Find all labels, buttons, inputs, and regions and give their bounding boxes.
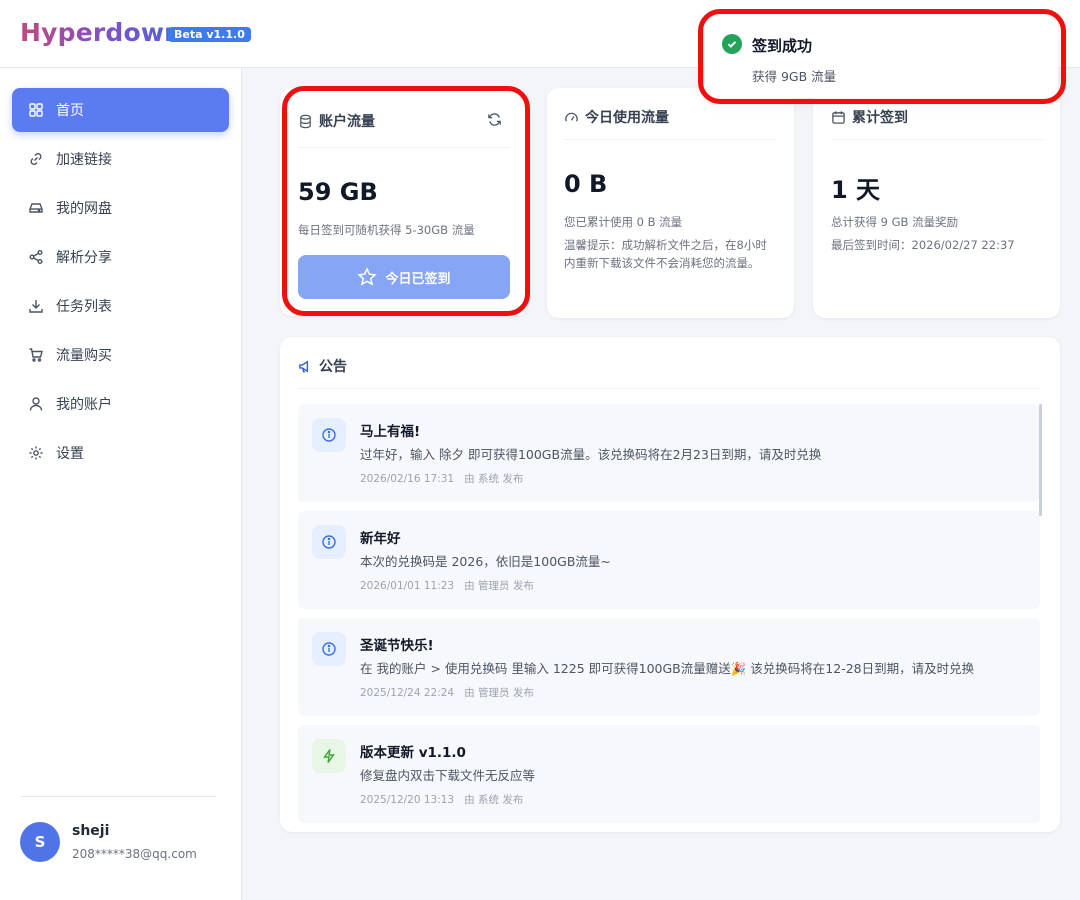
sidebar-item-label: 解析分享 bbox=[56, 250, 112, 266]
today-usage-value: 0 B bbox=[564, 170, 608, 198]
announcement-item-body: 过年好，输入 除夕 即可获得100GB流量。该兑换码将在2月23日到期，请及时兑… bbox=[360, 447, 822, 462]
sidebar-item-my-drive[interactable]: 我的网盘 bbox=[12, 186, 229, 230]
sidebar-item-label: 加速链接 bbox=[56, 152, 112, 168]
announcement-item-meta: 2025/12/24 22:24 由 管理员 发布 bbox=[360, 687, 534, 699]
checkin-total-desc: 总计获得 9 GB 流量奖励 bbox=[831, 215, 959, 229]
user-icon bbox=[29, 397, 43, 411]
sidebar-item-my-account[interactable]: 我的账户 bbox=[12, 382, 229, 426]
avatar[interactable]: S bbox=[20, 822, 60, 862]
sidebar-divider bbox=[20, 796, 216, 797]
today-usage-desc: 您已累计使用 0 B 流量 bbox=[564, 215, 683, 229]
info-icon bbox=[312, 418, 346, 452]
announcement-item-title: 圣诞节快乐! bbox=[360, 638, 434, 654]
today-usage-tip-line1: 温馨提示：成功解析文件之后，在8小时 bbox=[564, 238, 767, 252]
sidebar: 首页 加速链接 我的网盘 解析分享 任务列表 流量购买 我的账户 设置 S sh… bbox=[0, 68, 242, 900]
sidebar-item-settings[interactable]: 设置 bbox=[12, 431, 229, 475]
announcement-item[interactable]: 新年好 本次的兑换码是 2026，依旧是100GB流量~ 2026/01/01 … bbox=[298, 511, 1040, 609]
announcement-title: 公告 bbox=[298, 356, 347, 376]
announcement-item-meta: 2026/02/16 17:31 由 系统 发布 bbox=[360, 473, 524, 485]
user-email: 208*****38@qq.com bbox=[72, 847, 197, 861]
today-usage-title: 今日使用流量 bbox=[564, 107, 669, 127]
link-icon bbox=[30, 152, 42, 166]
sidebar-item-home[interactable]: 首页 bbox=[12, 88, 229, 132]
announcement-item-title: 新年好 bbox=[360, 531, 401, 547]
sidebar-item-accelerate-link[interactable]: 加速链接 bbox=[12, 137, 229, 181]
grid-icon bbox=[29, 103, 43, 117]
sidebar-item-label: 任务列表 bbox=[56, 299, 112, 315]
beta-badge: Beta v1.1.0 bbox=[168, 27, 251, 42]
card-divider bbox=[298, 388, 1040, 389]
sidebar-item-label: 首页 bbox=[56, 103, 84, 119]
user-name: sheji bbox=[72, 823, 110, 839]
highlight-box-toast bbox=[698, 9, 1066, 104]
card-divider bbox=[564, 139, 776, 140]
announcement-item-title: 版本更新 v1.1.0 bbox=[360, 745, 466, 761]
cart-icon bbox=[29, 348, 43, 362]
announcement-scrollbar[interactable] bbox=[1039, 404, 1042, 516]
drive-icon bbox=[29, 203, 43, 213]
announcement-item[interactable]: 圣诞节快乐! 在 我的账户 > 使用兑换码 里输入 1225 即可获得100GB… bbox=[298, 618, 1040, 716]
card-divider bbox=[831, 139, 1043, 140]
sidebar-item-label: 我的账户 bbox=[56, 397, 112, 413]
announcement-item-body: 修复盘内双击下载文件无反应等 bbox=[360, 768, 536, 783]
announcement-item[interactable]: 马上有福! 过年好，输入 除夕 即可获得100GB流量。该兑换码将在2月23日到… bbox=[298, 404, 1040, 502]
announcement-item-meta: 2026/01/01 11:23 由 管理员 发布 bbox=[360, 580, 534, 592]
sidebar-item-label: 流量购买 bbox=[56, 348, 112, 364]
info-icon bbox=[312, 632, 346, 666]
announcement-item-body: 本次的兑换码是 2026，依旧是100GB流量~ bbox=[360, 554, 611, 569]
checkin-total-title: 累计签到 bbox=[831, 107, 908, 127]
checkin-total-value: 1 天 bbox=[831, 176, 881, 204]
announcement-item-title: 马上有福! bbox=[360, 424, 421, 440]
download-icon bbox=[29, 300, 43, 313]
app-logo[interactable]: Hyperdown bbox=[20, 18, 182, 47]
share-icon bbox=[29, 250, 43, 264]
calendar-icon bbox=[832, 110, 845, 124]
gauge-icon bbox=[565, 112, 578, 122]
sidebar-item-buy-traffic[interactable]: 流量购买 bbox=[12, 333, 229, 377]
bolt-icon bbox=[312, 739, 346, 773]
sidebar-item-label: 我的网盘 bbox=[56, 201, 112, 217]
megaphone-icon bbox=[299, 360, 309, 372]
sidebar-item-parse-share[interactable]: 解析分享 bbox=[12, 235, 229, 279]
announcement-item-body: 在 我的账户 > 使用兑换码 里输入 1225 即可获得100GB流量赠送🎉 该… bbox=[360, 661, 975, 676]
announcement-item-meta: 2025/12/20 13:13 由 系统 发布 bbox=[360, 794, 524, 806]
announcement-item[interactable]: 版本更新 v1.1.0 修复盘内双击下载文件无反应等 2025/12/20 13… bbox=[298, 725, 1040, 823]
highlight-box-account-card bbox=[282, 86, 530, 316]
sidebar-item-label: 设置 bbox=[56, 446, 84, 462]
today-usage-tip-line2: 内重新下载该文件不会消耗您的流量。 bbox=[564, 256, 760, 270]
last-checkin-time: 最后签到时间：2026/02/27 22:37 bbox=[831, 238, 1015, 252]
info-icon bbox=[312, 525, 346, 559]
gear-icon bbox=[29, 446, 43, 460]
sidebar-item-task-list[interactable]: 任务列表 bbox=[12, 284, 229, 328]
